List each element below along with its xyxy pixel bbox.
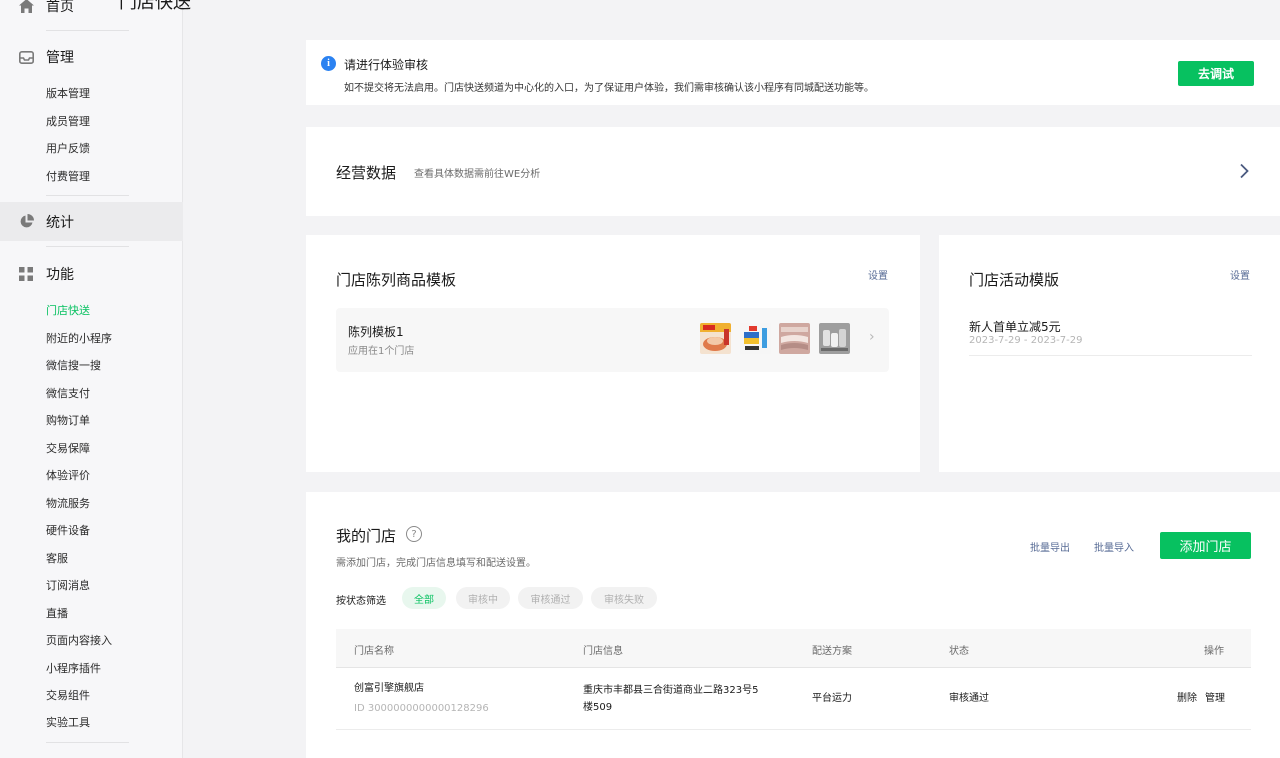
column-header: 状态 (949, 646, 969, 657)
review-notice: i 请进行体验审核 如不提交将无法启用。门店快送频道为中心化的入口，为了保证用户… (306, 40, 1280, 105)
sidebar-group-label: 首页 (46, 0, 74, 15)
store-address-line: 楼509 (583, 702, 613, 713)
stores-title: 我的门店 (336, 527, 397, 545)
sidebar-item-search[interactable]: 微信搜一搜 (46, 359, 101, 373)
column-header: 门店信息 (583, 646, 623, 657)
page-title: 门店快送 (119, 0, 191, 13)
display-template-card: 门店陈列商品模板 设置 陈列模板1 应用在1个门店 › (306, 235, 920, 472)
sidebar-group-label: 功能 (46, 267, 74, 283)
sidebar-item-customer-service[interactable]: 客服 (46, 552, 68, 566)
sidebar-item-wechat-pay[interactable]: 微信支付 (46, 387, 90, 401)
sidebar-divider (46, 30, 129, 31)
filter-chip-all[interactable]: 全部 (402, 587, 446, 609)
grid-icon (18, 266, 34, 282)
activity-item-date: 2023-7-29 - 2023-7-29 (969, 335, 1083, 346)
business-data-card[interactable]: 经营数据 查看具体数据需前往WE分析 (306, 127, 1280, 216)
filter-label: 按状态筛选 (336, 596, 386, 607)
template-title: 门店陈列商品模板 (336, 271, 457, 289)
sidebar-item-members[interactable]: 成员管理 (46, 115, 90, 129)
table-row: 创富引擎旗舰店 ID 3000000000000128296 重庆市丰都县三合街… (336, 668, 1251, 730)
divider (969, 355, 1252, 356)
sidebar-item-content[interactable]: 页面内容接入 (46, 634, 112, 648)
activity-title: 门店活动模版 (969, 271, 1060, 289)
business-data-title: 经营数据 (336, 164, 397, 182)
sidebar-item-orders[interactable]: 购物订单 (46, 414, 90, 428)
sidebar-item-nearby[interactable]: 附近的小程序 (46, 332, 112, 346)
sidebar-item-trade-components[interactable]: 交易组件 (46, 689, 90, 703)
sidebar-item-guarantee[interactable]: 交易保障 (46, 442, 90, 456)
notice-description: 如不提交将无法启用。门店快送频道为中心化的入口，为了保证用户体验，我们需审核确认… (344, 83, 874, 94)
my-stores-card: 我的门店 ? 需添加门店，完成门店信息填写和配送设置。 批量导出 批量导入 添加… (306, 492, 1280, 758)
sidebar-item-plugins[interactable]: 小程序插件 (46, 662, 101, 676)
sidebar-item-live[interactable]: 直播 (46, 607, 68, 621)
column-header: 门店名称 (354, 646, 394, 657)
product-thumbnail (779, 323, 810, 354)
pie-chart-icon (18, 214, 34, 230)
table-header: 门店名称 门店信息 配送方案 状态 操作 (336, 629, 1251, 668)
activity-item-name[interactable]: 新人首单立减5元 (969, 318, 1061, 335)
template-settings-link[interactable]: 设置 (868, 267, 888, 282)
template-item-name: 陈列模板1 (348, 325, 404, 339)
sidebar-group-manage[interactable]: 管理 (0, 39, 183, 75)
business-data-subtitle: 查看具体数据需前往WE分析 (414, 169, 541, 180)
filter-chip-approved[interactable]: 审核通过 (518, 587, 583, 609)
filter-chip-rejected[interactable]: 审核失败 (591, 587, 657, 609)
store-status: 审核通过 (949, 693, 989, 704)
help-icon[interactable]: ? (406, 526, 422, 542)
filter-chip-reviewing[interactable]: 审核中 (456, 587, 510, 609)
notice-title: 请进行体验审核 (344, 58, 429, 72)
sidebar-divider (46, 742, 129, 743)
product-thumbnail (819, 323, 850, 354)
stores-subtitle: 需添加门店，完成门店信息填写和配送设置。 (336, 558, 536, 569)
sidebar-divider (46, 246, 129, 247)
batch-export-link[interactable]: 批量导出 (1030, 539, 1070, 554)
sidebar-group-stats[interactable]: 统计 (0, 202, 183, 241)
info-icon: i (321, 56, 336, 71)
activity-settings-link[interactable]: 设置 (1230, 267, 1250, 282)
sidebar-group-label: 管理 (46, 50, 74, 66)
sidebar-item-subscribe[interactable]: 订阅消息 (46, 579, 90, 593)
batch-import-link[interactable]: 批量导入 (1094, 539, 1134, 554)
debug-button[interactable]: 去调试 (1178, 61, 1254, 86)
delivery-plan: 平台运力 (812, 693, 852, 704)
chevron-right-icon[interactable]: › (869, 329, 875, 345)
sidebar-divider (46, 195, 129, 196)
sidebar-group-features[interactable]: 功能 (0, 256, 183, 292)
add-store-button[interactable]: 添加门店 (1160, 532, 1251, 559)
store-address-line: 重庆市丰都县三合街道商业二路323号5 (583, 685, 759, 696)
sidebar-item-hardware[interactable]: 硬件设备 (46, 524, 90, 538)
sidebar-item-version[interactable]: 版本管理 (46, 87, 90, 101)
sidebar-item-logistics[interactable]: 物流服务 (46, 497, 90, 511)
product-thumbnail (740, 323, 771, 354)
sidebar-item-feedback[interactable]: 用户反馈 (46, 142, 90, 156)
template-item[interactable]: 陈列模板1 应用在1个门店 › (336, 308, 889, 372)
chevron-right-icon[interactable] (1236, 163, 1252, 179)
sidebar-item-reviews[interactable]: 体验评价 (46, 469, 90, 483)
template-item-subtitle: 应用在1个门店 (348, 346, 415, 357)
column-header: 操作 (1204, 646, 1224, 657)
sidebar-group-label: 统计 (46, 214, 74, 231)
sidebar-item-lab[interactable]: 实验工具 (46, 716, 90, 730)
manage-link[interactable]: 管理 (1205, 690, 1225, 707)
column-header: 配送方案 (812, 646, 852, 657)
inbox-icon (18, 49, 34, 65)
store-id: ID 3000000000000128296 (354, 703, 489, 714)
home-icon (18, 0, 34, 14)
delete-link[interactable]: 删除 (1177, 690, 1197, 707)
sidebar: 首页 管理 版本管理 成员管理 用户反馈 付费管理 统计 功能 门店快送 附近的… (0, 0, 183, 758)
product-thumbnail (700, 323, 731, 354)
activity-template-card: 门店活动模版 设置 新人首单立减5元 2023-7-29 - 2023-7-29 (939, 235, 1280, 472)
sidebar-item-store-delivery[interactable]: 门店快送 (46, 304, 90, 318)
sidebar-item-payment[interactable]: 付费管理 (46, 170, 90, 184)
store-name: 创富引擎旗舰店 (354, 683, 424, 694)
